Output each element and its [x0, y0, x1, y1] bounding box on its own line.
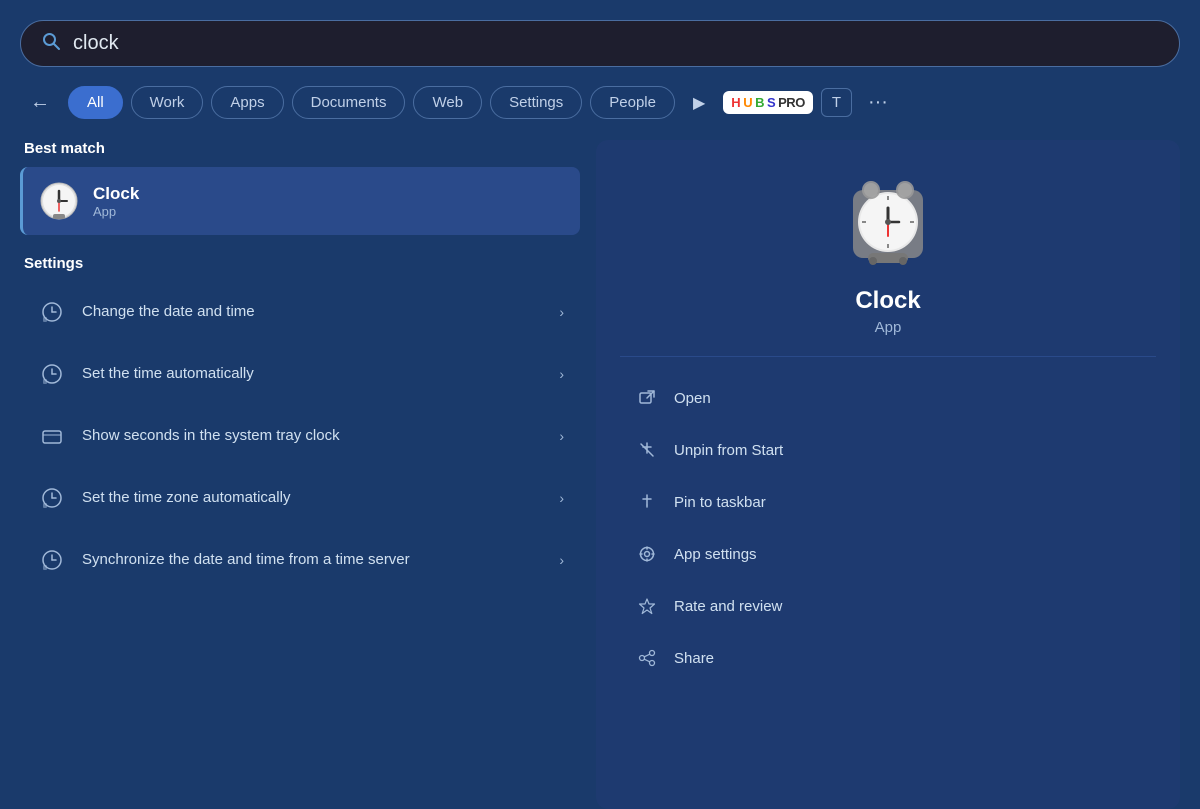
hubspro-badge[interactable]: H U B S PRO — [723, 91, 813, 114]
pin-taskbar-icon — [634, 489, 660, 515]
tab-apps[interactable]: Apps — [211, 86, 283, 119]
pin-taskbar-label: Pin to taskbar — [674, 494, 766, 511]
rate-review-label: Rate and review — [674, 598, 782, 615]
chevron-icon: › — [559, 304, 564, 320]
share-label: Share — [674, 650, 714, 667]
search-input[interactable] — [73, 32, 1159, 55]
clock-icon-wrap — [843, 170, 933, 271]
settings-item-show-seconds[interactable]: Show seconds in the system tray clock › — [20, 406, 580, 466]
unpin-label: Unpin from Start — [674, 442, 783, 459]
chevron-icon: › — [559, 428, 564, 444]
best-match-item[interactable]: Clock App — [20, 167, 580, 235]
settings-item-sync-time[interactable]: Synchronize the date and time from a tim… — [20, 530, 580, 590]
settings-list: Change the date and time › Set the time … — [20, 282, 580, 590]
show-seconds-icon — [36, 420, 68, 452]
divider — [620, 356, 1156, 357]
tab-web[interactable]: Web — [413, 86, 482, 119]
share-icon — [634, 645, 660, 671]
settings-item-date-time[interactable]: Change the date and time › — [20, 282, 580, 342]
app-settings-label: App settings — [674, 546, 757, 563]
more-button[interactable]: ··· — [860, 85, 896, 120]
settings-item-text-timezone-auto: Set the time zone automatically — [82, 488, 559, 508]
search-bar — [20, 20, 1180, 67]
right-panel: Clock App Open — [596, 140, 1180, 809]
filter-row: ← All Work Apps Documents Web Settings P… — [20, 85, 1180, 120]
action-unpin[interactable]: Unpin from Start — [620, 425, 1156, 475]
timezone-auto-icon — [36, 482, 68, 514]
tab-documents[interactable]: Documents — [292, 86, 406, 119]
tab-people[interactable]: People — [590, 86, 675, 119]
action-rate-review[interactable]: Rate and review — [620, 581, 1156, 631]
clock-app-icon — [39, 181, 79, 221]
action-share[interactable]: Share — [620, 633, 1156, 683]
action-list: Open Unpin from Start — [620, 373, 1156, 683]
clock-app-type: App — [875, 319, 902, 336]
settings-item-text-sync-time: Synchronize the date and time from a tim… — [82, 550, 559, 570]
settings-section-label: Settings — [20, 255, 580, 272]
best-match-info: Clock App — [93, 184, 139, 219]
open-icon — [634, 385, 660, 411]
unpin-icon — [634, 437, 660, 463]
sync-time-icon — [36, 544, 68, 576]
search-icon — [41, 31, 61, 56]
clock-app-name: Clock — [855, 287, 920, 315]
chevron-icon: › — [559, 366, 564, 382]
chevron-icon: › — [559, 552, 564, 568]
action-pin-taskbar[interactable]: Pin to taskbar — [620, 477, 1156, 527]
tab-all[interactable]: All — [68, 86, 123, 119]
open-label: Open — [674, 390, 711, 407]
settings-item-text-time-auto: Set the time automatically — [82, 364, 559, 384]
play-button[interactable]: ▶ — [683, 87, 715, 119]
best-match-type: App — [93, 204, 139, 219]
t-badge[interactable]: T — [821, 88, 852, 117]
main-content: Best match Clock — [20, 140, 1180, 809]
tab-settings[interactable]: Settings — [490, 86, 582, 119]
back-button[interactable]: ← — [20, 85, 60, 120]
date-time-icon — [36, 296, 68, 328]
tab-work[interactable]: Work — [131, 86, 204, 119]
main-container: ← All Work Apps Documents Web Settings P… — [0, 0, 1200, 809]
best-match-name: Clock — [93, 184, 139, 204]
best-match-label: Best match — [20, 140, 580, 157]
settings-item-text-show-seconds: Show seconds in the system tray clock — [82, 426, 559, 446]
settings-item-time-auto[interactable]: Set the time automatically › — [20, 344, 580, 404]
clock-app-large-icon — [843, 170, 933, 266]
rate-review-icon — [634, 593, 660, 619]
settings-item-text-date-time: Change the date and time — [82, 302, 559, 322]
settings-item-timezone-auto[interactable]: Set the time zone automatically › — [20, 468, 580, 528]
app-settings-icon — [634, 541, 660, 567]
action-app-settings[interactable]: App settings — [620, 529, 1156, 579]
action-open[interactable]: Open — [620, 373, 1156, 423]
chevron-icon: › — [559, 490, 564, 506]
left-panel: Best match Clock — [20, 140, 580, 809]
time-auto-icon — [36, 358, 68, 390]
